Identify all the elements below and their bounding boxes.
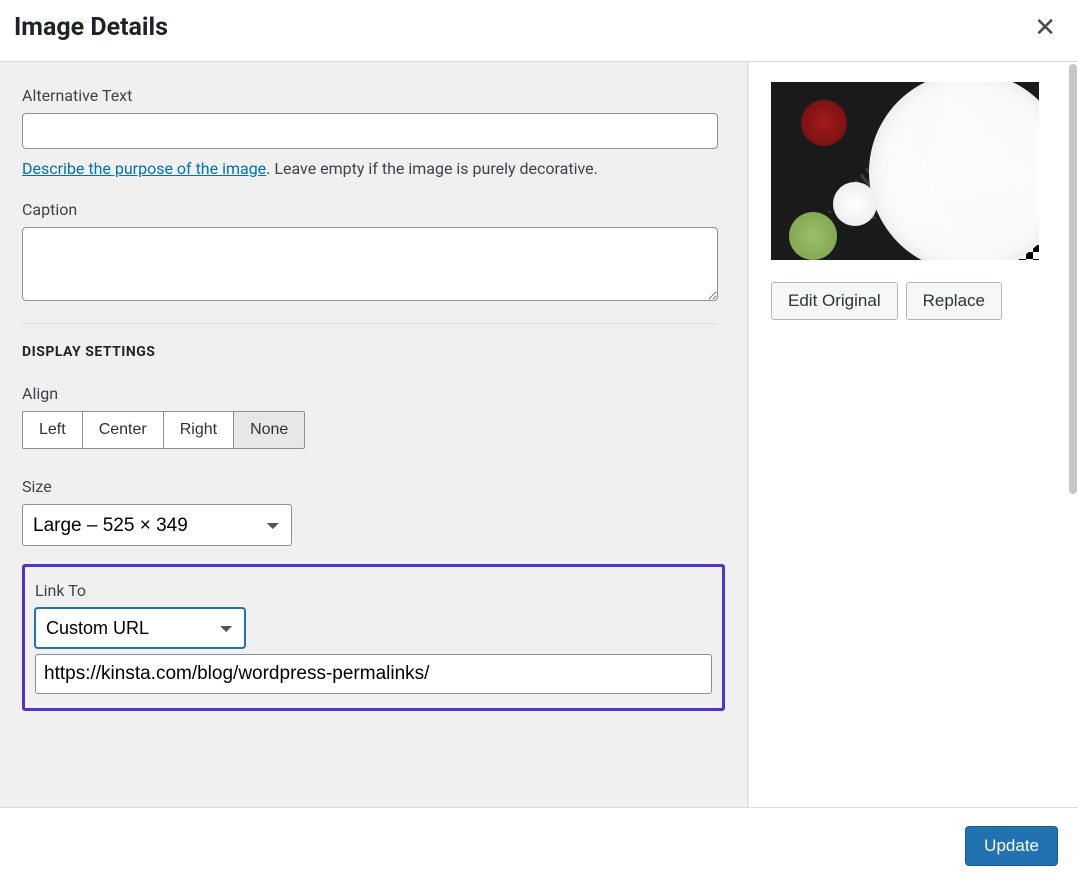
align-left-button[interactable]: Left bbox=[22, 411, 83, 449]
align-label: Align bbox=[22, 384, 725, 403]
replace-button[interactable]: Replace bbox=[906, 282, 1002, 320]
align-none-button[interactable]: None bbox=[233, 411, 305, 449]
image-preview bbox=[771, 82, 1039, 260]
align-button-group: Left Center Right None bbox=[22, 411, 725, 449]
close-icon: ✕ bbox=[1034, 12, 1056, 42]
edit-original-button[interactable]: Edit Original bbox=[771, 282, 898, 320]
caption-textarea[interactable] bbox=[22, 227, 718, 301]
caption-label: Caption bbox=[22, 200, 725, 219]
scrollbar[interactable] bbox=[1069, 64, 1077, 494]
size-select[interactable]: Large – 525 × 349 bbox=[22, 504, 292, 546]
divider bbox=[22, 323, 718, 324]
link-url-input[interactable] bbox=[35, 654, 712, 694]
alt-text-hint: Describe the purpose of the image. Leave… bbox=[22, 159, 725, 178]
update-button[interactable]: Update bbox=[965, 826, 1058, 866]
link-to-select[interactable]: Custom URL bbox=[35, 608, 245, 648]
link-to-highlight: Link To Custom URL bbox=[22, 564, 725, 711]
close-button[interactable]: ✕ bbox=[1030, 12, 1060, 43]
describe-purpose-link[interactable]: Describe the purpose of the image bbox=[22, 159, 266, 178]
modal-title: Image Details bbox=[14, 13, 168, 42]
align-center-button[interactable]: Center bbox=[82, 411, 164, 449]
alt-text-label: Alternative Text bbox=[22, 86, 725, 105]
link-to-label: Link To bbox=[35, 581, 712, 600]
size-label: Size bbox=[22, 477, 725, 496]
display-settings-heading: DISPLAY SETTINGS bbox=[22, 344, 725, 360]
alt-text-input[interactable] bbox=[22, 113, 718, 149]
align-right-button[interactable]: Right bbox=[163, 411, 234, 449]
